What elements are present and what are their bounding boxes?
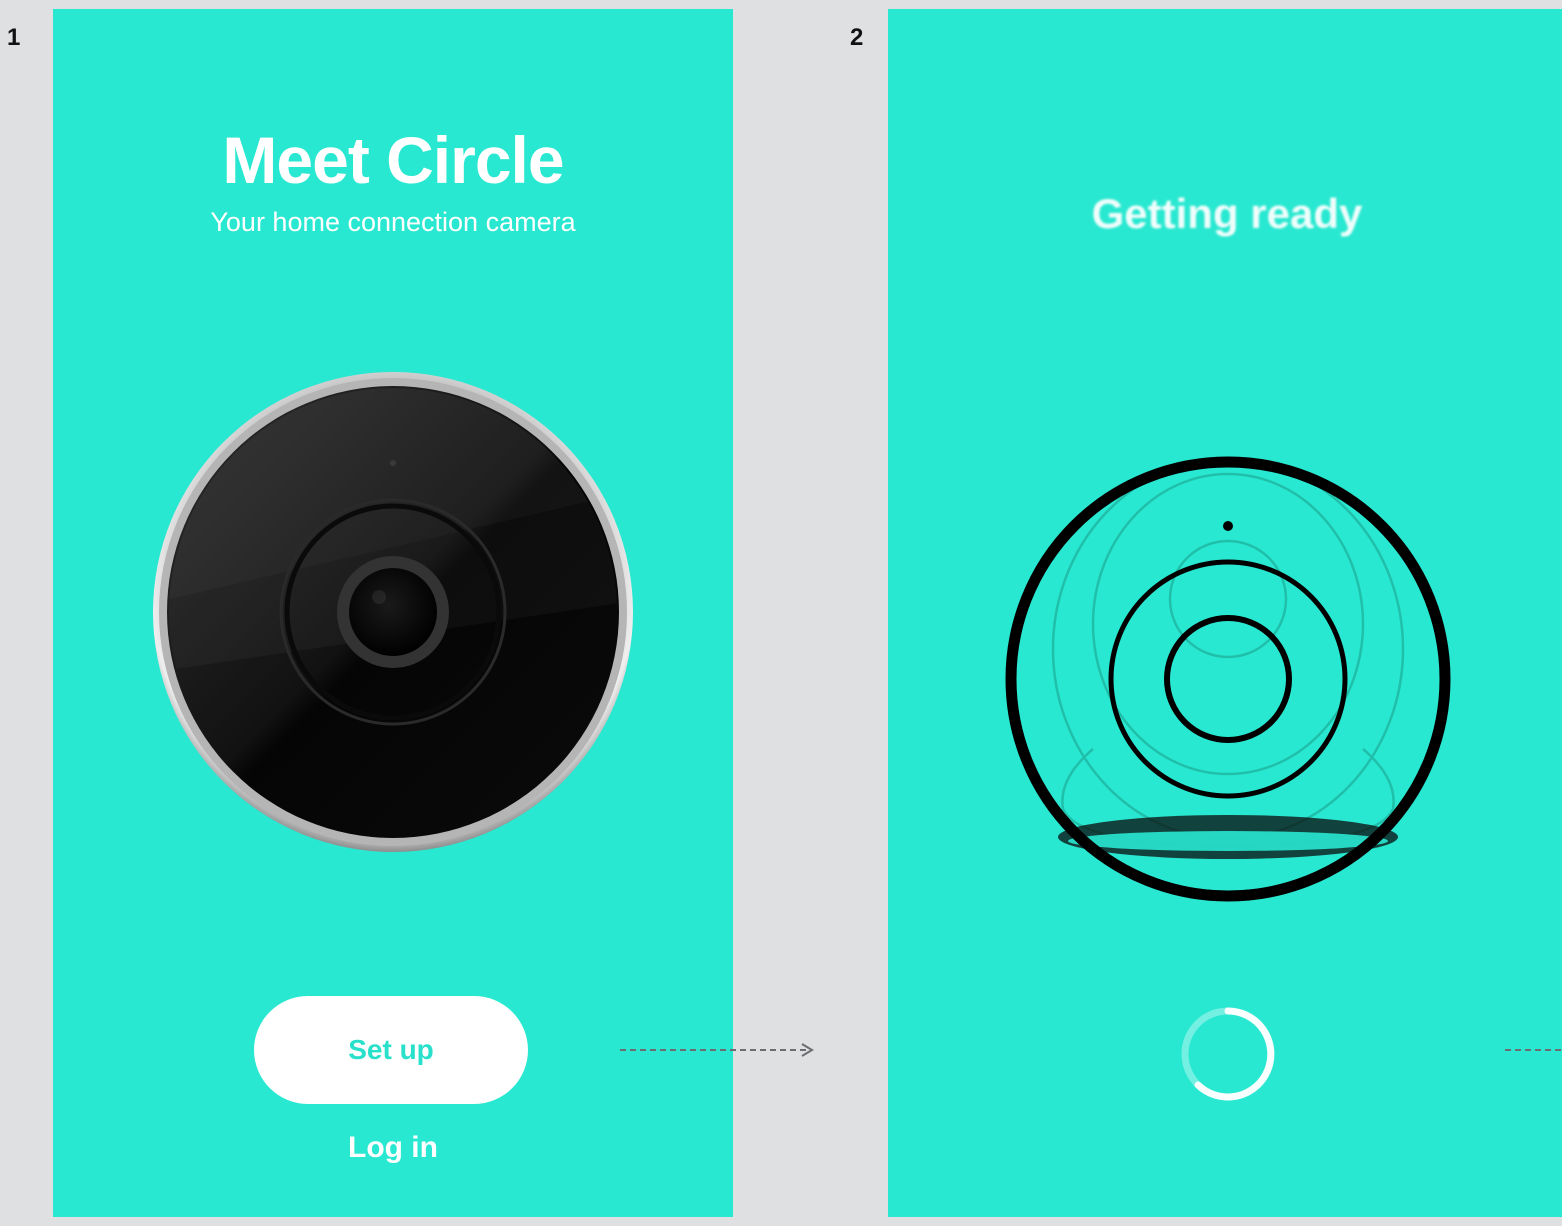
camera-wireframe-icon [1005, 456, 1451, 902]
setup-button[interactable]: Set up [254, 996, 528, 1104]
screen-welcome: Meet Circle Your home connection camera [53, 9, 733, 1217]
step-number-1: 1 [7, 24, 21, 51]
camera-photo [153, 372, 633, 852]
loading-spinner-icon [1181, 1007, 1275, 1101]
login-link[interactable]: Log in [53, 1131, 733, 1165]
step-number-2: 2 [850, 24, 864, 51]
flow-arrow-icon [620, 1043, 814, 1057]
welcome-title: Meet Circle [222, 123, 564, 197]
getting-ready-title: Getting ready [1091, 190, 1363, 237]
screen-getting-ready: Getting ready [888, 9, 1562, 1217]
flow-arrow-icon-next [1505, 1049, 1562, 1051]
welcome-subtitle: Your home connection camera [210, 207, 576, 237]
